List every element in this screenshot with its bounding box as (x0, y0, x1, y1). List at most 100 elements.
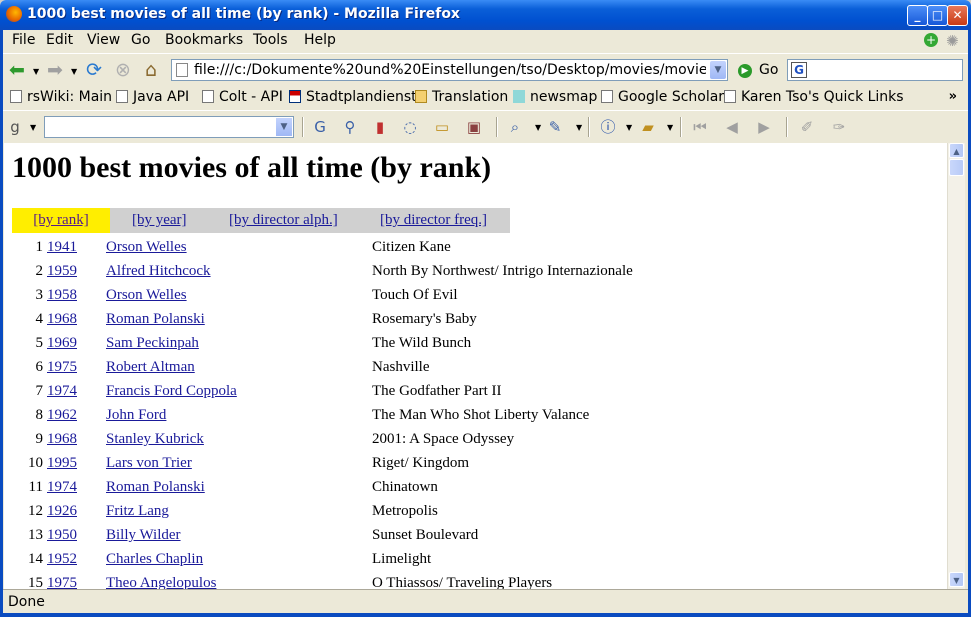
google-combo-dropdown-icon[interactable]: ▼ (276, 118, 292, 136)
bookmark-rswiki[interactable]: rsWiki: Main (10, 89, 112, 105)
director-link[interactable]: Orson Welles (106, 235, 187, 259)
go-icon[interactable]: ▶ (738, 64, 752, 78)
year-link[interactable]: 1975 (47, 571, 77, 589)
year-link[interactable]: 1952 (47, 547, 77, 571)
first-page-icon[interactable]: ⏮ (690, 117, 710, 137)
google-search-icon[interactable]: G (791, 62, 807, 78)
sort-by-director-freq-link[interactable]: [by director freq.] (380, 208, 487, 233)
book-icon[interactable]: ▭ (432, 117, 452, 137)
director-link[interactable]: Theo Angelopulos (106, 571, 216, 589)
news-icon[interactable]: ▣ (464, 117, 484, 137)
chat-icon[interactable]: ◌ (400, 117, 420, 137)
highlight-icon[interactable]: ⌕ (505, 117, 525, 137)
bookmark-translation[interactable]: Translation (415, 89, 508, 105)
director-link[interactable]: Roman Polanski (106, 475, 205, 499)
director-link[interactable]: Stanley Kubrick (106, 427, 204, 451)
forward-dropdown-icon[interactable]: ▼ (71, 67, 78, 76)
bookmark-newsmap[interactable]: newsmap (513, 89, 597, 105)
update-icon[interactable]: + (924, 33, 938, 47)
year-link[interactable]: 1968 (47, 307, 77, 331)
menu-edit[interactable]: Edit (46, 32, 73, 48)
highlight-dropdown-icon[interactable]: ▼ (535, 123, 542, 132)
info-icon[interactable]: ⓘ (598, 117, 618, 137)
year-link[interactable]: 1969 (47, 331, 77, 355)
year-link[interactable]: 1974 (47, 475, 77, 499)
director-link[interactable]: Lars von Trier (106, 451, 192, 475)
search-site-icon[interactable]: ⚲ (340, 117, 360, 137)
folder-dropdown-icon[interactable]: ▼ (667, 123, 674, 132)
go-button[interactable]: Go (759, 62, 778, 78)
bookmarks-overflow-button[interactable]: » (949, 89, 957, 104)
spellcheck-dropdown-icon[interactable]: ▼ (576, 123, 583, 132)
director-link[interactable]: Charles Chaplin (106, 547, 203, 571)
year-link[interactable]: 1950 (47, 523, 77, 547)
rank-cell: 11 (28, 479, 43, 495)
scroll-thumb[interactable] (949, 159, 964, 176)
sort-by-director-alph-link[interactable]: [by director alph.] (229, 208, 338, 233)
next-icon[interactable]: ▶ (754, 117, 774, 137)
stop-icon[interactable]: ⊗ (111, 58, 135, 82)
spellcheck-icon[interactable]: ✎ (545, 117, 565, 137)
rank-cell: 10 (28, 455, 43, 471)
menu-view[interactable]: View (87, 32, 120, 48)
maximize-button[interactable]: □ (927, 5, 948, 26)
menu-bookmarks[interactable]: Bookmarks (165, 32, 243, 48)
year-link[interactable]: 1959 (47, 259, 77, 283)
year-link[interactable]: 1962 (47, 403, 77, 427)
pencil-icon[interactable]: ✐ (797, 117, 817, 137)
menu-tools[interactable]: Tools (253, 32, 288, 48)
search-field[interactable]: G (787, 59, 963, 81)
menu-help[interactable]: Help (304, 32, 336, 48)
sort-by-rank-link[interactable]: [by rank] (12, 208, 110, 233)
vertical-scrollbar[interactable]: ▲ ▼ (947, 143, 965, 589)
google-search-icon[interactable]: G (310, 117, 330, 137)
menu-go[interactable]: Go (131, 32, 150, 48)
director-link[interactable]: Sam Peckinpah (106, 331, 199, 355)
director-link[interactable]: Orson Welles (106, 283, 187, 307)
director-link[interactable]: Francis Ford Coppola (106, 379, 237, 403)
scroll-down-icon[interactable]: ▼ (949, 572, 964, 587)
reload-icon[interactable]: ⟳ (82, 58, 106, 82)
close-button[interactable]: ✕ (947, 5, 968, 26)
back-dropdown-icon[interactable]: ▼ (33, 67, 40, 76)
open-folder-icon[interactable]: ▰ (638, 117, 658, 137)
previous-icon[interactable]: ◀ (722, 117, 742, 137)
director-link[interactable]: Robert Altman (106, 355, 195, 379)
director-link[interactable]: Billy Wilder (106, 523, 181, 547)
rank-cell: 2 (35, 263, 44, 279)
url-text[interactable]: file:///c:/Dokumente%20und%20Einstellung… (194, 62, 706, 78)
sort-by-year-link[interactable]: [by year] (132, 208, 187, 233)
forward-icon[interactable]: ➡ (43, 58, 67, 82)
info-dropdown-icon[interactable]: ▼ (626, 123, 633, 132)
year-link[interactable]: 1974 (47, 379, 77, 403)
google-search-combo[interactable]: ▼ (44, 116, 294, 138)
popup-blocker-icon[interactable]: ▮ (370, 117, 390, 137)
scroll-up-icon[interactable]: ▲ (949, 143, 964, 158)
url-dropdown-icon[interactable]: ▼ (710, 61, 726, 79)
movie-title: North By Northwest/ Intrigo Internaziona… (372, 263, 633, 279)
bookmark-java-api[interactable]: Java API (116, 89, 189, 105)
bookmark-stadtplandienst[interactable]: Stadtplandienst (289, 89, 417, 105)
director-link[interactable]: John Ford (106, 403, 166, 427)
back-icon[interactable]: ⬅ (5, 58, 29, 82)
url-field[interactable]: file:///c:/Dokumente%20und%20Einstellung… (171, 59, 728, 81)
year-link[interactable]: 1995 (47, 451, 77, 475)
table-row: 7 1974 Francis Ford Coppola The Godfather P… (4, 379, 947, 403)
home-icon[interactable]: ⌂ (139, 58, 163, 82)
director-link[interactable]: Alfred Hitchcock (106, 259, 211, 283)
eraser-icon[interactable]: ✑ (829, 117, 849, 137)
bookmark-colt-api[interactable]: Colt - API (202, 89, 283, 105)
year-link[interactable]: 1941 (47, 235, 77, 259)
minimize-button[interactable]: _ (907, 5, 928, 26)
director-link[interactable]: Fritz Lang (106, 499, 169, 523)
year-link[interactable]: 1968 (47, 427, 77, 451)
bookmark-google-scholar[interactable]: Google Scholar (601, 89, 724, 105)
director-link[interactable]: Roman Polanski (106, 307, 205, 331)
year-link[interactable]: 1958 (47, 283, 77, 307)
google-menu-dropdown-icon[interactable]: ▼ (30, 123, 37, 132)
menu-file[interactable]: File (12, 32, 35, 48)
bookmark-quick-links[interactable]: Karen Tso's Quick Links (724, 89, 904, 105)
google-menu-icon[interactable]: g (5, 117, 25, 137)
year-link[interactable]: 1975 (47, 355, 77, 379)
year-link[interactable]: 1926 (47, 499, 77, 523)
